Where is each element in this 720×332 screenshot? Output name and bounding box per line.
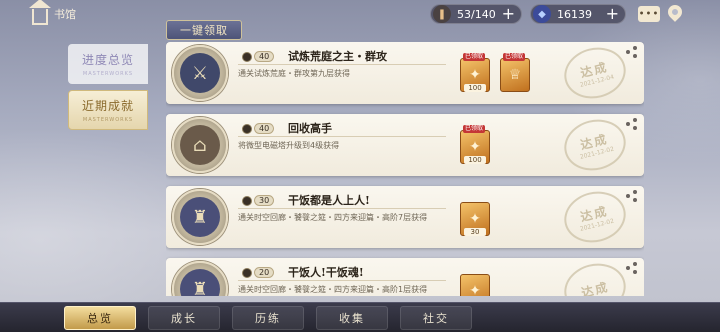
achievement-badge: ♜ — [172, 189, 228, 245]
reward-quantity: 100 — [464, 156, 486, 164]
add-stamina-button[interactable]: + — [502, 6, 515, 22]
tab-collection[interactable]: 收集 — [316, 306, 388, 330]
achievement-points: 40 — [242, 51, 275, 62]
achievement-card: ♜ 20 干饭人!干饭魂! 通关时空回廊・饕餮之筵・四方来迎篇・高阶1层获得 ✦… — [166, 257, 644, 296]
points-value: 30 — [254, 195, 275, 206]
reward-item[interactable]: ✦ — [460, 274, 490, 296]
stamina-counter: ❚ 53/140 + — [430, 4, 522, 24]
points-value: 40 — [254, 123, 275, 134]
divider — [238, 208, 446, 209]
share-icon[interactable] — [626, 46, 638, 58]
share-icon[interactable] — [626, 118, 638, 130]
achievement-badge: ⚔ — [172, 45, 228, 101]
chat-bubble-icon: ••• — [638, 8, 660, 20]
point-icon — [242, 51, 252, 62]
share-icon[interactable] — [626, 190, 638, 202]
claimed-label: 已领取 — [463, 125, 486, 133]
achievement-title: 回收高手 — [288, 122, 332, 135]
reward-item[interactable]: ✦ 30 — [460, 202, 490, 236]
achievement-card: ⌂ 40 回收高手 将微型电磁塔升级到4级获得 已领取 ✦ 100 达成 202… — [166, 113, 644, 177]
chat-button[interactable]: ••• — [638, 6, 660, 22]
completed-stamp: 达成 2021-12-04 — [558, 42, 632, 105]
building-icon: ⌂ — [180, 125, 220, 165]
chalice-icon: ♕ — [508, 67, 522, 83]
tab-overview[interactable]: 总览 — [64, 306, 136, 330]
chest-icon: ✦ — [469, 67, 481, 83]
map-pin-button[interactable] — [665, 2, 685, 23]
crystal-value: 16139 — [557, 7, 592, 21]
tab-sublabel: MASTERWORKS — [82, 117, 134, 123]
completed-stamp: 达成 — [558, 257, 632, 296]
stamp-text: 达成 — [579, 279, 611, 296]
stamina-value: 53/140 — [457, 7, 496, 21]
chest-icon: ✦ — [469, 283, 481, 296]
achievement-description: 通关试炼荒庭・群攻第九层获得 — [238, 69, 350, 78]
map-pin-icon — [665, 2, 685, 22]
chest-icon: ✦ — [469, 139, 481, 155]
divider — [238, 280, 446, 281]
home-button[interactable]: 书馆 — [29, 0, 76, 25]
achievement-card: ⚔ 40 试炼荒庭之主・群攻 通关试炼荒庭・群攻第九层获得 已领取 ✦ 100 … — [166, 42, 644, 105]
tower-icon: ♜ — [180, 197, 220, 237]
home-label: 书馆 — [54, 8, 76, 21]
achievement-badge: ⌂ — [172, 117, 228, 173]
tower-icon: ♜ — [180, 269, 220, 296]
crystal-icon: ◆ — [533, 5, 551, 23]
tab-recent-achievements[interactable]: 近期成就 MASTERWORKS — [68, 90, 148, 130]
tab-sublabel: MASTERWORKS — [82, 71, 134, 77]
achievement-title: 干饭都是人上人! — [288, 194, 370, 207]
tab-label: 进度总览 — [81, 53, 134, 67]
claimed-label: 已领取 — [503, 53, 526, 61]
tab-growth[interactable]: 成长 — [148, 306, 220, 330]
crossed-swords-icon: ⚔ — [180, 53, 220, 93]
point-icon — [242, 123, 252, 134]
tab-social[interactable]: 社交 — [400, 306, 472, 330]
achievement-card: ♜ 30 干饭都是人上人! 通关时空回廊・饕餮之筵・四方来迎篇・高阶7层获得 ✦… — [166, 185, 644, 249]
reward-quantity: 100 — [464, 84, 486, 92]
add-crystal-button[interactable]: + — [606, 6, 619, 22]
achievement-description: 通关时空回廊・饕餮之筵・四方来迎篇・高阶1层获得 — [238, 285, 428, 294]
achievement-points: 40 — [242, 123, 275, 134]
claim-all-button[interactable]: 一键领取 — [166, 20, 242, 40]
points-value: 40 — [254, 51, 275, 62]
achievement-list[interactable]: ⚔ 40 试炼荒庭之主・群攻 通关试炼荒庭・群攻第九层获得 已领取 ✦ 100 … — [166, 42, 644, 296]
reward-item[interactable]: 已领取 ♕ — [500, 53, 530, 92]
tab-progress-overview[interactable]: 进度总览 MASTERWORKS — [68, 44, 148, 84]
share-icon[interactable] — [626, 262, 638, 274]
reward-item[interactable]: 已领取 ✦ 100 — [460, 53, 490, 92]
completed-stamp: 达成 2021-12-02 — [558, 113, 632, 177]
points-value: 20 — [254, 267, 275, 278]
achievement-title: 干饭人!干饭魂! — [288, 266, 364, 279]
tab-label: 近期成就 — [81, 99, 134, 113]
house-icon — [29, 0, 51, 25]
reward-quantity: 30 — [464, 228, 486, 236]
achievement-points: 30 — [242, 195, 275, 206]
achievement-title: 试炼荒庭之主・群攻 — [288, 50, 387, 63]
achievement-description: 通关时空回廊・饕餮之筵・四方来迎篇・高阶7层获得 — [238, 213, 428, 222]
achievement-description: 将微型电磁塔升级到4级获得 — [238, 141, 340, 150]
divider — [238, 136, 446, 137]
scroll-icon: ❚ — [433, 5, 451, 23]
achievement-badge: ♜ — [172, 261, 228, 296]
tab-training[interactable]: 历练 — [232, 306, 304, 330]
top-bar: 书馆 ❚ 53/140 + ◆ 16139 + ••• — [0, 0, 720, 30]
chest-icon: ✦ — [469, 211, 481, 227]
point-icon — [242, 267, 252, 278]
divider — [238, 64, 446, 65]
crystal-counter: ◆ 16139 + — [530, 4, 626, 24]
bottom-nav: 总览 成长 历练 收集 社交 — [0, 302, 720, 332]
completed-stamp: 达成 2021-12-02 — [558, 185, 632, 249]
claimed-label: 已领取 — [463, 53, 486, 61]
point-icon — [242, 195, 252, 206]
reward-item[interactable]: 已领取 ✦ 100 — [460, 125, 490, 164]
achievement-points: 20 — [242, 267, 275, 278]
